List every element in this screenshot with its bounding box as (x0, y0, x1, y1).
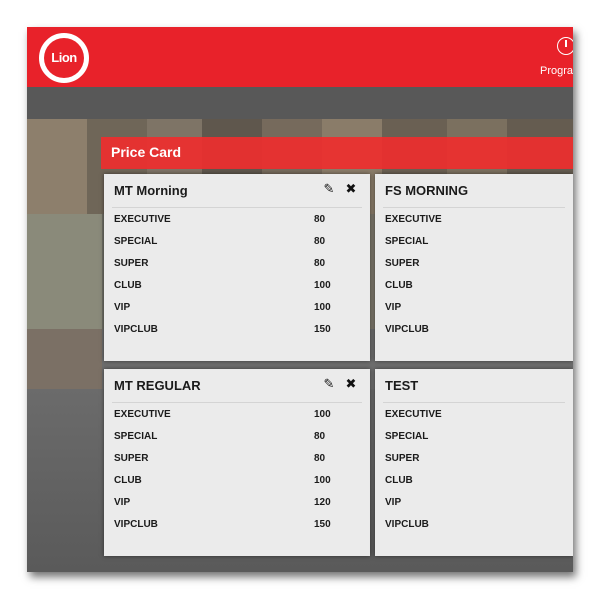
row-value: 100 (314, 409, 331, 420)
divider (383, 207, 565, 208)
row-label: SUPER (114, 453, 149, 464)
row-label: VIP (114, 497, 131, 508)
close-icon[interactable]: ✖ (342, 375, 360, 393)
row-label: EXECUTIVE (385, 214, 442, 225)
row-label: SPECIAL (114, 431, 158, 442)
page-title: Price Card (111, 144, 182, 160)
sub-header-band (27, 87, 573, 119)
row-label: VIP (114, 302, 131, 313)
row-value: 100 (314, 280, 331, 291)
card-actions: ✎ ✖ (320, 375, 360, 393)
logo-text: Lion (51, 50, 77, 65)
card-title: MT REGULAR (114, 378, 201, 393)
top-bar: Lion Program (27, 27, 573, 87)
price-card-mt-morning: MT Morning ✎ ✖ EXECUTIVE 80 SPECIAL 80 S… (104, 174, 370, 361)
row-label: VIP (385, 302, 402, 313)
logo-mark: Lion (44, 38, 84, 78)
row-label: VIPCLUB (385, 324, 429, 335)
row-label: VIPCLUB (385, 519, 429, 530)
divider (112, 207, 362, 208)
row-label: VIPCLUB (114, 324, 158, 335)
nav-item-program[interactable]: Program (540, 65, 573, 77)
price-card-test: TEST EXECUTIVE SPECIAL SUPER CLUB VIP VI… (375, 369, 573, 556)
clock-icon[interactable] (557, 37, 573, 55)
row-value: 80 (314, 431, 326, 442)
row-value: 150 (314, 324, 331, 335)
price-card-header: Price Card (101, 137, 573, 169)
row-label: SUPER (385, 258, 420, 269)
price-card-fs-morning: FS MORNING EXECUTIVE SPECIAL SUPER CLUB … (375, 174, 573, 361)
row-label: EXECUTIVE (114, 214, 171, 225)
row-value: 100 (314, 302, 331, 313)
row-label: EXECUTIVE (385, 409, 442, 420)
row-value: 80 (314, 236, 326, 247)
row-label: CLUB (385, 280, 413, 291)
divider (112, 402, 362, 403)
pencil-icon[interactable]: ✎ (320, 180, 338, 198)
card-actions: ✎ ✖ (320, 180, 360, 198)
pencil-icon[interactable]: ✎ (320, 375, 338, 393)
row-value: 80 (314, 453, 326, 464)
card-title: TEST (385, 378, 419, 393)
row-value: 150 (314, 519, 331, 530)
row-label: SUPER (114, 258, 149, 269)
row-label: SPECIAL (114, 236, 158, 247)
row-label: CLUB (114, 280, 142, 291)
row-value: 100 (314, 475, 331, 486)
row-label: VIP (385, 497, 402, 508)
card-title: MT Morning (114, 183, 188, 198)
row-value: 80 (314, 214, 326, 225)
logo[interactable]: Lion (37, 31, 91, 85)
price-card-mt-regular: MT REGULAR ✎ ✖ EXECUTIVE 100 SPECIAL 80 … (104, 369, 370, 556)
divider (383, 402, 565, 403)
row-label: SPECIAL (385, 431, 429, 442)
row-value: 80 (314, 258, 326, 269)
row-label: VIPCLUB (114, 519, 158, 530)
card-title: FS MORNING (385, 183, 469, 198)
row-label: SUPER (385, 453, 420, 464)
row-value: 120 (314, 497, 331, 508)
app-window: Lion Program Price Card MT Morning ✎ (27, 27, 573, 572)
close-icon[interactable]: ✖ (342, 180, 360, 198)
row-label: CLUB (385, 475, 413, 486)
row-label: CLUB (114, 475, 142, 486)
row-label: EXECUTIVE (114, 409, 171, 420)
row-label: SPECIAL (385, 236, 429, 247)
